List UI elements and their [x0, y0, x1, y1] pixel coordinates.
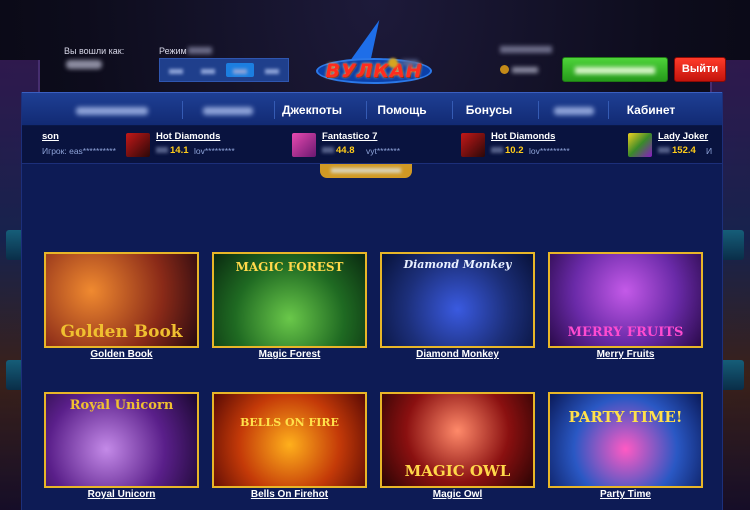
game-card-royal-unicorn[interactable]: Royal Unicorn Royal Unicorn [44, 392, 199, 500]
game-art-title: BELLS ON FIRE [240, 416, 339, 429]
game-card-golden-book[interactable]: Golden Book Golden Book [44, 252, 199, 360]
lightning-icon [350, 20, 390, 60]
nav-divider [608, 101, 609, 119]
game-title-link[interactable]: Royal Unicorn [44, 489, 199, 500]
balance-value-redacted [512, 67, 538, 73]
nav-divider [182, 101, 183, 119]
game-title-link[interactable]: Magic Owl [380, 489, 535, 500]
site-logo[interactable]: ВУЛКАН [312, 20, 436, 84]
game-art-title: Diamond Monkey [403, 258, 512, 271]
nav-item-jackpots[interactable]: Джекпоты [272, 93, 352, 127]
main-nav: Джекпоты Помощь Бонусы Кабинет [22, 92, 722, 126]
ticker-user: vyt******* [366, 146, 401, 156]
ticker-game-name: Fantastico 7 [322, 131, 378, 142]
ticker-game-name: Lady Joker [658, 131, 709, 142]
coin-value-redacted [402, 60, 418, 66]
game-card-magic-owl[interactable]: MAGIC OWL Magic Owl [380, 392, 535, 500]
currency-redacted [491, 147, 503, 153]
ticker-amount: 152.4 [672, 145, 696, 156]
game-art-title: PARTY TIME! [568, 408, 683, 426]
ticker-item[interactable]: Fantastico 7 44.8 vyt******* [292, 126, 452, 163]
currency-redacted [322, 147, 334, 153]
nav-item-lottery[interactable] [188, 93, 268, 127]
game-thumbnail[interactable]: Royal Unicorn [44, 392, 199, 488]
ticker-amount: 10.2 [505, 145, 524, 156]
game-title-link[interactable]: Golden Book [44, 349, 199, 360]
game-title-link[interactable]: Party Time [548, 489, 703, 500]
nav-divider [538, 101, 539, 119]
game-thumbnail[interactable]: PARTY TIME! [548, 392, 703, 488]
balance-label-redacted [500, 46, 552, 53]
game-title-link[interactable]: Magic Forest [212, 349, 367, 360]
game-thumbnail[interactable]: BELLS ON FIRE [212, 392, 367, 488]
logged-in-label: Вы вошли как: [64, 46, 125, 56]
game-card-party-time[interactable]: PARTY TIME! Party Time [548, 392, 703, 500]
mode-option[interactable] [194, 63, 222, 77]
game-thumbnail[interactable]: Golden Book [44, 252, 199, 348]
winners-ticker: son Игрок: eas********** Hot Diamonds 14… [22, 126, 722, 164]
coin-icon [388, 58, 398, 68]
game-art-title: Golden Book [60, 322, 183, 342]
nav-item-cashier[interactable] [542, 93, 606, 127]
ticker-user: lov********* [194, 146, 235, 156]
game-title-link[interactable]: Bells On Firehot [212, 489, 367, 500]
ticker-item[interactable]: Hot Diamonds 10.2 lov********* [461, 126, 621, 163]
mode-label-redacted [188, 47, 212, 54]
ticker-game-name: Hot Diamonds [491, 131, 556, 142]
game-title-link[interactable]: Diamond Monkey [380, 349, 535, 360]
mode-switcher [159, 58, 289, 82]
game-thumbnail[interactable]: MAGIC FOREST [212, 252, 367, 348]
game-art-title: MAGIC OWL [404, 462, 511, 480]
main-panel: Джекпоты Помощь Бонусы Кабинет son Игрок… [21, 92, 723, 510]
game-card-diamond-monkey[interactable]: Diamond Monkey Diamond Monkey [380, 252, 535, 360]
game-thumbnail[interactable]: Diamond Monkey [380, 252, 535, 348]
nav-item-bonuses[interactable]: Бонусы [454, 93, 524, 127]
mode-label: Режим [159, 46, 187, 56]
game-art-title: Royal Unicorn [69, 398, 174, 413]
game-thumbnail[interactable]: MAGIC OWL [380, 392, 535, 488]
hot-diamonds-thumb [126, 133, 150, 157]
ticker-amount: 44.8 [336, 145, 355, 156]
currency-redacted [658, 147, 670, 153]
ticker-user: И [706, 146, 713, 156]
mode-option-active[interactable] [226, 63, 254, 77]
game-art-title: MERRY FRUITS [567, 325, 684, 340]
game-art-title: MAGIC FOREST [235, 260, 344, 274]
deposit-button[interactable] [562, 57, 668, 82]
nav-item-game-hall[interactable] [62, 93, 162, 127]
game-card-magic-forest[interactable]: MAGIC FOREST Magic Forest [212, 252, 367, 360]
currency-redacted [156, 147, 168, 153]
mode-option[interactable] [162, 63, 190, 77]
game-thumbnail[interactable]: MERRY FRUITS [548, 252, 703, 348]
fantastico-7-thumb [292, 133, 316, 157]
mode-option[interactable] [258, 63, 286, 77]
ticker-item[interactable]: Lady Joker 152.4 И [628, 126, 722, 163]
ticker-game-name: Hot Diamonds [156, 131, 221, 142]
site-header: Вы вошли как: Режим ВУЛКАН Выйти [0, 0, 750, 92]
game-title-link[interactable]: Merry Fruits [548, 349, 703, 360]
game-card-bells-on-firehot[interactable]: BELLS ON FIRE Bells On Firehot [212, 392, 367, 500]
ticker-amount: 14.1 [170, 145, 189, 156]
hot-diamonds-thumb [461, 133, 485, 157]
ticker-user: lov********* [529, 146, 570, 156]
game-card-merry-fruits[interactable]: MERRY FRUITS Merry Fruits [548, 252, 703, 360]
ticker-user: Игрок: eas********** [42, 146, 116, 156]
nav-item-help[interactable]: Помощь [367, 93, 437, 127]
nav-item-cabinet[interactable]: Кабинет [612, 93, 690, 127]
ticker-game-name: son [42, 131, 59, 142]
lady-joker-thumb [628, 133, 652, 157]
ticker-item[interactable]: Hot Diamonds 14.1 lov********* [126, 126, 286, 163]
nav-divider [452, 101, 453, 119]
all-winners-tab[interactable] [320, 164, 412, 178]
username-redacted [66, 60, 102, 69]
coin-icon [500, 65, 509, 74]
exit-button[interactable]: Выйти [674, 57, 726, 82]
